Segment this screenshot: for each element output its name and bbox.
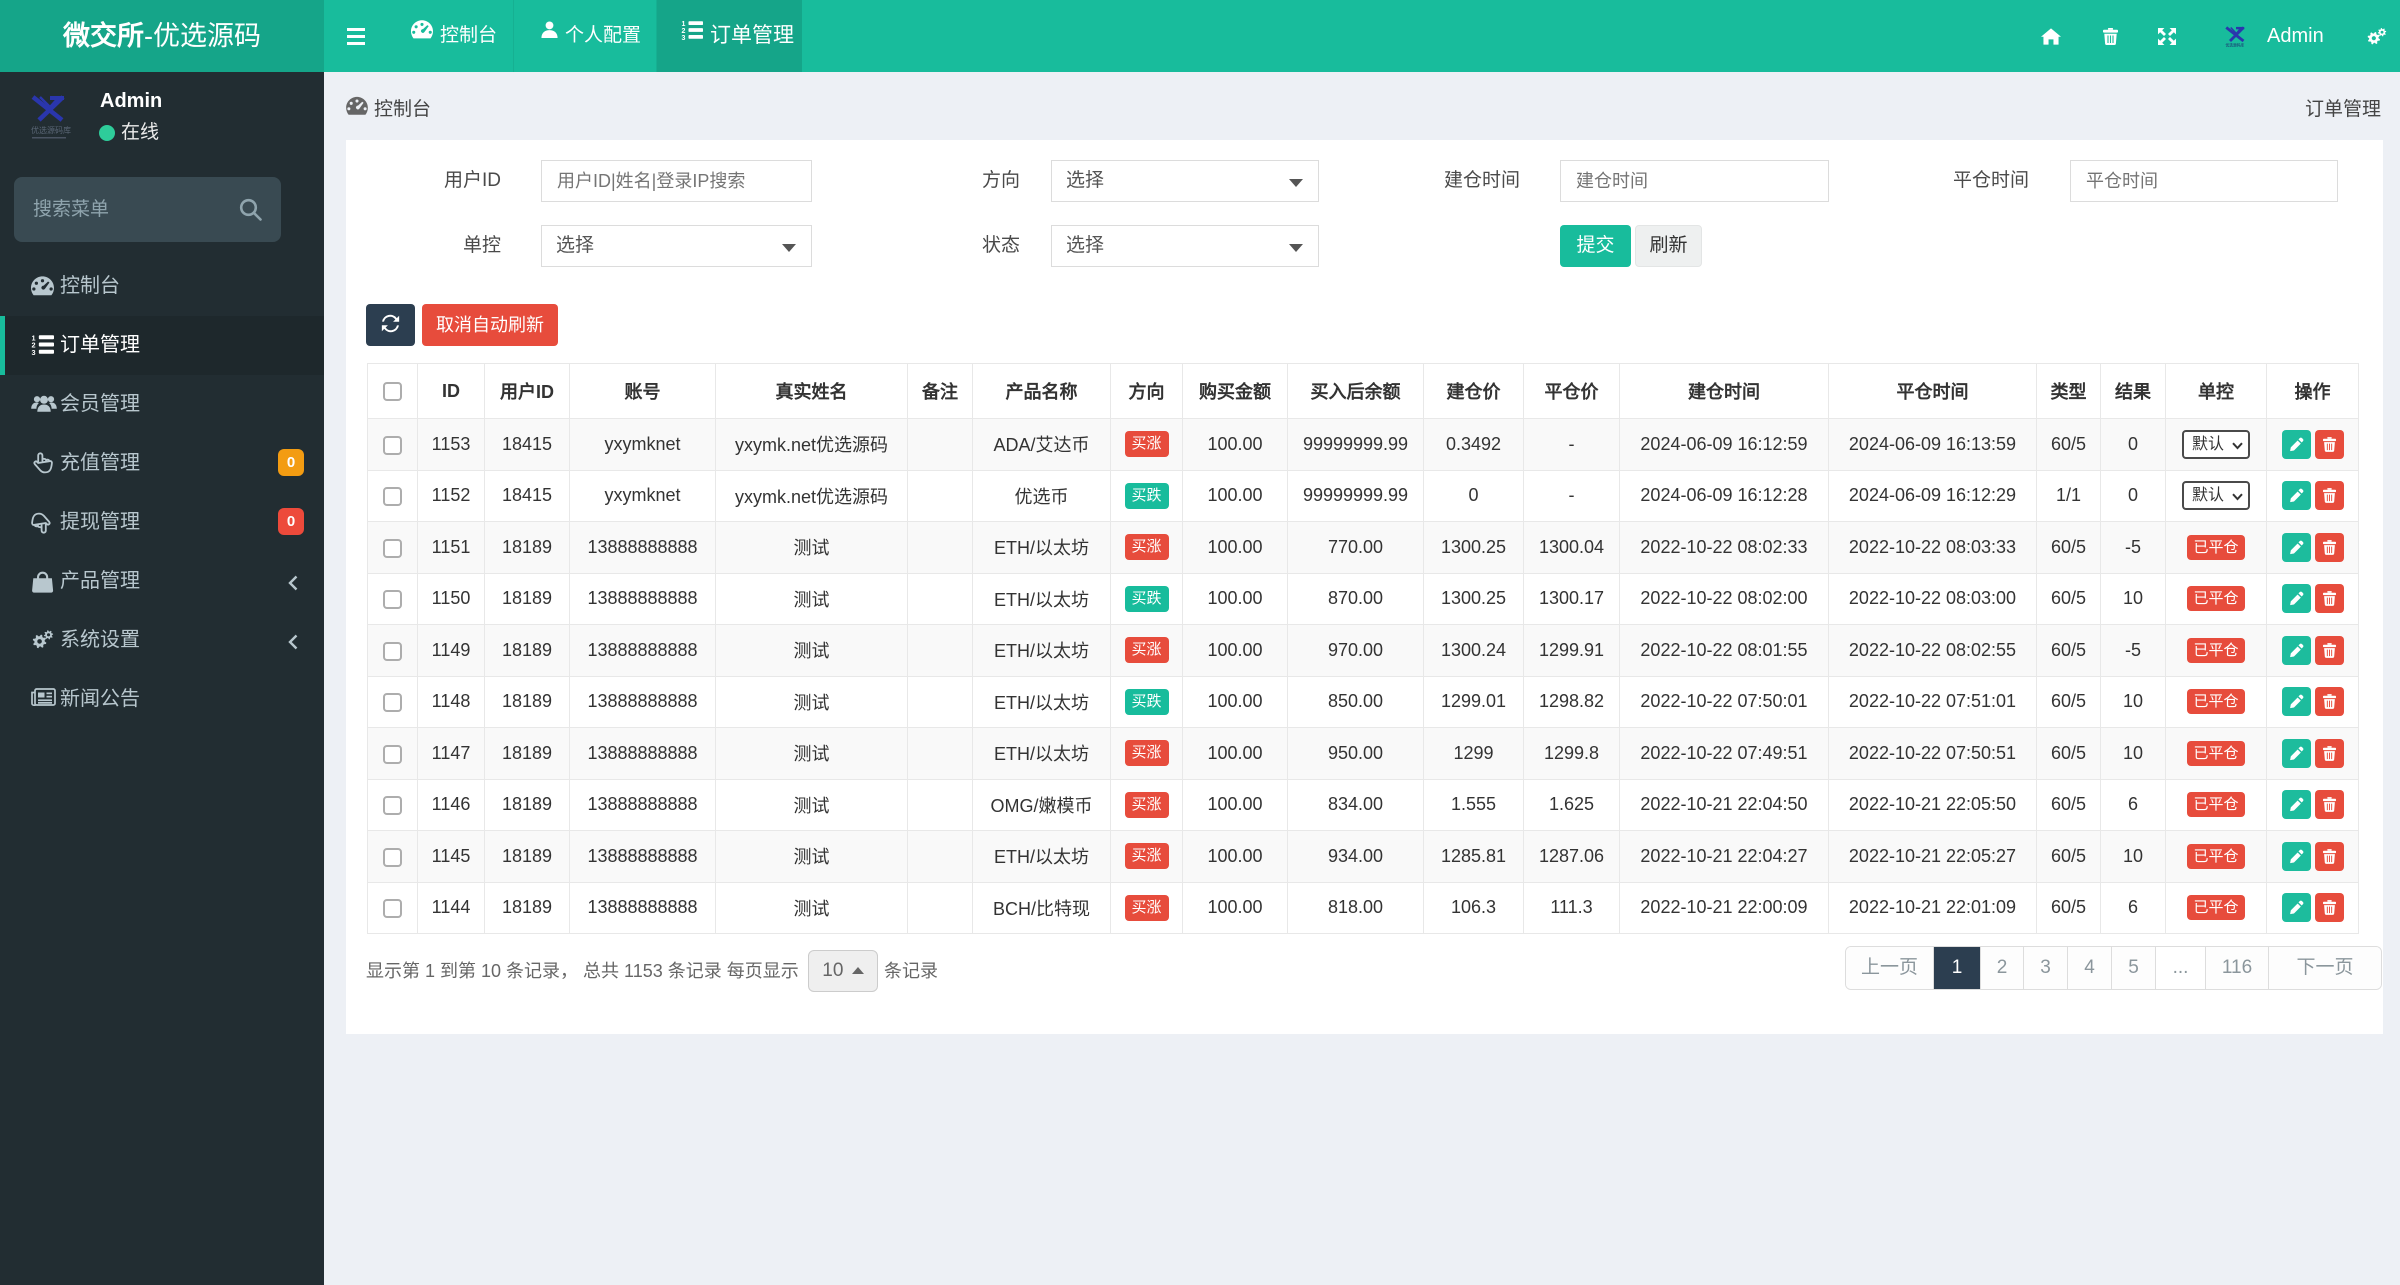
svg-text:3: 3 — [682, 35, 686, 40]
svg-text:2: 2 — [682, 28, 686, 35]
svg-text:3: 3 — [32, 348, 36, 355]
svg-text:优选源码库: 优选源码库 — [31, 125, 71, 135]
svg-text:优选源码库: 优选源码库 — [2226, 42, 2245, 47]
svg-text:1: 1 — [682, 21, 686, 28]
